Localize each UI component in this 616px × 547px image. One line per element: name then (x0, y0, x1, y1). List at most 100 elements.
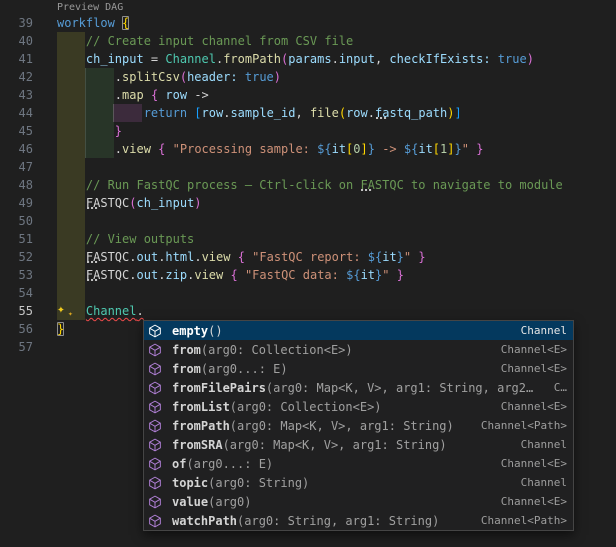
method-cube-icon (148, 476, 167, 490)
suggest-item-return-type: Channel (513, 438, 567, 451)
line-number: 46 (0, 140, 33, 158)
line-number: 51 (0, 230, 33, 248)
code-line-40[interactable]: 40 // Create input channel from CSV file (0, 32, 616, 50)
suggest-widget: empty()Channelfrom(arg0: Collection<E>)C… (143, 320, 574, 531)
code-text: .splitCsv(header: true) (57, 68, 281, 86)
code-line-49[interactable]: 49 FASTQC(ch_input) (0, 194, 616, 212)
code-area[interactable]: 39 workflow {40 // Create input channel f… (0, 14, 616, 356)
method-cube-icon (148, 457, 167, 471)
code-line-54[interactable]: 54 (0, 284, 616, 302)
suggest-item-fromFilePairs[interactable]: fromFilePairs(arg0: Map<K, V>, arg1: Str… (144, 378, 573, 397)
suggest-item-label: of (172, 457, 186, 471)
line-number: 50 (0, 212, 33, 230)
method-cube-icon (148, 438, 167, 452)
suggest-item-return-type: Channel<E> (493, 362, 567, 375)
suggest-item-return-type: Channel<Path> (473, 419, 567, 432)
indent-rainbow-block (57, 212, 85, 230)
suggest-item-fromSRA[interactable]: fromSRA(arg0: Map<K, V>, arg1: String)Ch… (144, 435, 573, 454)
method-cube-icon (148, 400, 167, 414)
suggest-item-topic[interactable]: topic(arg0: String)Channel (144, 473, 573, 492)
suggest-item-watchPath[interactable]: watchPath(arg0: String, arg1: String) Cha… (144, 511, 573, 530)
suggest-item-fromList[interactable]: fromList(arg0: Collection<E>) Channel<E> (144, 397, 573, 416)
hint-dots-token: FASTQC (86, 250, 129, 264)
code-text: } (57, 122, 122, 140)
code-line-41[interactable]: 41 ch_input = Channel.fromPath(params.in… (0, 50, 616, 68)
suggest-item-return-type: Channel<Path> (473, 514, 567, 527)
code-text: FASTQC.out.zip.view { "FastQC data: ${it… (57, 266, 404, 284)
code-line-53[interactable]: 53 FASTQC.out.zip.view { "FastQC data: $… (0, 266, 616, 284)
suggest-item-signature: (arg0...: E) (186, 457, 273, 471)
hint-dots-token: FASTQC (86, 268, 129, 282)
line-number: 43 (0, 86, 33, 104)
code-text: ch_input = Channel.fromPath(params.input… (57, 50, 534, 68)
method-cube-icon (148, 324, 167, 338)
code-line-50[interactable]: 50 (0, 212, 616, 230)
line-number: 39 (0, 14, 33, 32)
suggest-item-of[interactable]: of(arg0...: E)Channel<E> (144, 454, 573, 473)
code-line-39[interactable]: 39 workflow { (0, 14, 616, 32)
code-line-46[interactable]: 46 .view { "Processing sample: ${it[0]} … (0, 140, 616, 158)
suggest-item-signature: (arg0) (208, 495, 251, 509)
code-line-42[interactable]: 42 .splitCsv(header: true) (0, 68, 616, 86)
method-cube-icon (148, 362, 167, 376)
line-number: 42 (0, 68, 33, 86)
suggest-item-signature: (arg0: Map<K, V>, arg1: String) (230, 419, 454, 433)
indent-rainbow-block (57, 284, 85, 302)
suggest-item-signature: () (208, 324, 222, 338)
line-number: 45 (0, 122, 33, 140)
error-squiggle-token: Channel (86, 304, 137, 318)
suggest-item-empty[interactable]: empty() Channel (144, 321, 573, 340)
method-cube-icon (148, 514, 167, 528)
suggest-item-signature: (arg0: String, arg1: String) (237, 514, 439, 528)
suggest-item-label: empty (172, 324, 208, 338)
line-number: 41 (0, 50, 33, 68)
codelens-preview-dag[interactable]: Preview DAG (57, 1, 123, 14)
line-number: 48 (0, 176, 33, 194)
line-number: 52 (0, 248, 33, 266)
hint-dots-token: fastq_path (375, 106, 447, 120)
suggest-item-return-type: Channel (513, 324, 567, 337)
suggest-item-signature: (arg0: Collection<E>) (230, 400, 382, 414)
code-text: .map { row -> (57, 86, 209, 104)
suggest-item-label: fromList (172, 400, 230, 414)
line-number: 55 (0, 302, 33, 320)
code-line-52[interactable]: 52 FASTQC.out.html.view { "FastQC report… (0, 248, 616, 266)
suggest-item-value[interactable]: value(arg0)Channel<E> (144, 492, 573, 511)
code-text: workflow { (57, 14, 129, 32)
suggest-item-label: fromPath (172, 419, 230, 433)
line-number: 47 (0, 158, 33, 176)
code-line-43[interactable]: 43 .map { row -> (0, 86, 616, 104)
code-line-45[interactable]: 45 } (0, 122, 616, 140)
method-cube-icon (148, 343, 167, 357)
suggest-item-signature: (arg0: String) (208, 476, 309, 490)
code-text: FASTQC(ch_input) (57, 194, 202, 212)
code-line-44[interactable]: 44 return [row.sample_id, file(row.fastq… (0, 104, 616, 122)
line-number: 54 (0, 284, 33, 302)
suggest-item-return-type: Channel<E> (493, 400, 567, 413)
code-text: Channel. (57, 302, 144, 320)
code-line-48[interactable]: 48 // Run FastQC process – Ctrl-click on… (0, 176, 616, 194)
code-line-47[interactable]: 47 (0, 158, 616, 176)
suggest-item-label: from (172, 362, 201, 376)
code-line-51[interactable]: 51 // View outputs (0, 230, 616, 248)
code-text: } (57, 320, 64, 338)
line-number: 57 (0, 338, 33, 356)
suggest-item-signature: (arg0: Collection<E>) (201, 343, 353, 357)
line-number: 53 (0, 266, 33, 284)
code-line-55[interactable]: 55✦✦ Channel. (0, 302, 616, 320)
suggest-item-return-type: Channel<E> (493, 343, 567, 356)
suggest-item-signature: (arg0: Map<K, V>, arg1: String) (223, 438, 447, 452)
suggest-item-from[interactable]: from(arg0...: E)Channel<E> (144, 359, 573, 378)
suggest-item-return-type: Channel (513, 476, 567, 489)
suggest-item-fromPath[interactable]: fromPath(arg0: Map<K, V>, arg1: String) C… (144, 416, 573, 435)
indent-rainbow-block (57, 158, 85, 176)
line-number: 40 (0, 32, 33, 50)
suggest-item-from[interactable]: from(arg0: Collection<E>)Channel<E> (144, 340, 573, 359)
method-cube-icon (148, 381, 167, 395)
hint-dots-token: FASTQC (86, 196, 129, 210)
code-text: // Run FastQC process – Ctrl-click on FA… (57, 176, 563, 194)
suggest-item-label: watchPath (172, 514, 237, 528)
line-number: 56 (0, 320, 33, 338)
method-cube-icon (148, 419, 167, 433)
code-text: return [row.sample_id, file(row.fastq_pa… (57, 104, 462, 122)
